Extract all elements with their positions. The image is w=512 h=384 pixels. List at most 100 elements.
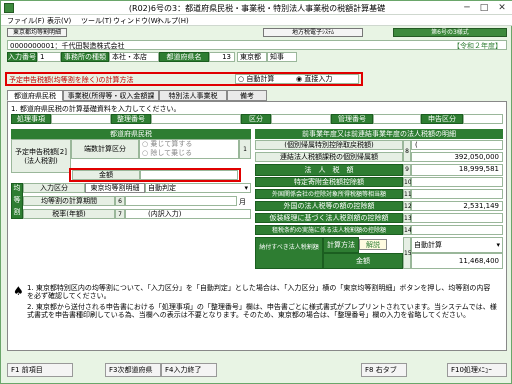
- amount-label: 金額: [72, 170, 140, 180]
- r3-label: 法 人 税 額: [255, 164, 403, 176]
- row-num-6: 6: [115, 196, 125, 206]
- left-section-header: 都道府県民税: [11, 129, 251, 139]
- tokyo-kintou-meisai-inline-button[interactable]: 東京均等割明細: [85, 183, 145, 193]
- governor-label: 知事: [267, 52, 297, 62]
- f4-input-end-button[interactable]: F4入力終了: [161, 363, 217, 377]
- r8-field[interactable]: [411, 225, 503, 235]
- company-bar: 0000000001：千代田製造株式会社 【令和２年度】: [7, 40, 507, 50]
- radio-divide-label: 除して乗じる: [150, 149, 193, 157]
- org-header: 整理番号: [111, 114, 151, 124]
- office-type-field[interactable]: 本社・本店: [109, 52, 159, 62]
- yotei-label-text: 予定申告税額[2](法人税割): [15, 148, 67, 165]
- office-type-label: 事務所の種類: [61, 52, 109, 62]
- tax-rate-field[interactable]: (内訳入力): [125, 209, 251, 219]
- dist-field[interactable]: [271, 114, 331, 124]
- r9-method-select[interactable]: 自動計算 ▾: [411, 237, 503, 253]
- appl-field[interactable]: [463, 114, 503, 124]
- f10-menu-button[interactable]: F10処理ﾒﾆｭｰ: [447, 363, 507, 377]
- tab-remarks[interactable]: 備考: [227, 90, 267, 101]
- auto-judge-select[interactable]: 自動判定 ▾: [145, 183, 251, 193]
- org-field[interactable]: [151, 114, 241, 124]
- tab-special-corp-tax[interactable]: 特別法人事業税: [159, 90, 227, 101]
- menu-bar: ファイル(F) 表示(V) ツール(T) ウィンドウ(W) ヘルプ(H): [1, 15, 512, 26]
- right-section-header: 前事業年度又は前連結事業年度の法人税額の明細: [255, 129, 503, 139]
- f3-next-pref-button[interactable]: F3次都道府県: [105, 363, 161, 377]
- note-2: 2. 東京都から送付される申告書における「処理事項」の「整理番号」欄は、申告書ご…: [27, 303, 497, 319]
- kaisetsu-button[interactable]: 解説: [359, 239, 387, 250]
- title-bar: (R02)6号の3：都道府県民税・事業税・特別法人事業税の税額計算基礎 ─ □ …: [1, 1, 512, 15]
- menu-tools[interactable]: ツール(T): [81, 16, 112, 26]
- months-unit: 月: [239, 198, 246, 206]
- r7-field[interactable]: [411, 213, 503, 223]
- r3-field[interactable]: 18,999,581: [411, 164, 503, 176]
- f8-right-tab-button[interactable]: F8 右タブ: [361, 363, 407, 377]
- r9-amount-field[interactable]: 11,468,400: [411, 253, 503, 269]
- pref-code-field[interactable]: 13: [209, 52, 235, 62]
- pref-label: 都道府県名: [159, 52, 209, 62]
- main-window: (R02)6号の3：都道府県民税・事業税・特別法人事業税の税額計算基礎 ─ □ …: [0, 0, 512, 384]
- pref-name-field: 東京都: [237, 52, 267, 62]
- wari-char: 割: [13, 208, 21, 216]
- proc-field[interactable]: [51, 114, 111, 124]
- radio-auto-label: 自動計算: [246, 75, 275, 83]
- company-name: 0000000001：千代田製造株式会社: [10, 42, 125, 50]
- calc-method-options: ○ 自動計算 ◉ 直接入力: [235, 74, 359, 84]
- r4-field[interactable]: [411, 177, 503, 187]
- r9-method-label: 計算方法: [323, 237, 359, 253]
- radio-auto[interactable]: ○ 自動計算: [238, 75, 274, 84]
- minimize-button[interactable]: ─: [459, 2, 475, 14]
- tab-business-tax[interactable]: 事業税(所得等・収入金額課税): [63, 90, 159, 110]
- row-num-7: 7: [115, 209, 125, 219]
- row-num-11: 11: [403, 189, 412, 199]
- input-no-label: 入力番号: [7, 52, 37, 62]
- nyuryoku-label: 入力区分: [23, 183, 85, 193]
- r1-field[interactable]: (: [411, 140, 503, 150]
- spade-icon: ♠: [13, 284, 24, 298]
- chevron-down-icon: ▾: [244, 184, 248, 192]
- r6-label: 外国の法人税等の額の控除額: [255, 201, 403, 211]
- radio-divide[interactable]: ○ 除して乗じる: [142, 149, 238, 158]
- r9-amount-label: 金額: [323, 253, 403, 269]
- kintou-vertical: 均 等 割: [11, 183, 23, 219]
- reg-field[interactable]: [373, 114, 421, 124]
- form-6-3-label: 第6号の3様式: [393, 28, 507, 37]
- r7-label: 仮装経理に基づく法人税割額の控除額: [255, 213, 403, 223]
- tab-pref-tax[interactable]: 都道府県民税: [7, 90, 63, 101]
- r9-method-value: 自動計算: [414, 241, 442, 249]
- f1-prev-item-button[interactable]: F1 前項目: [7, 363, 73, 377]
- menu-view[interactable]: 表示(V): [47, 16, 71, 26]
- maximize-button[interactable]: □: [476, 2, 492, 14]
- radio-multiply-label: 乗じて算する: [150, 140, 193, 148]
- appl-header: 申告区分: [421, 114, 463, 124]
- tou-char: 等: [13, 196, 21, 204]
- instruction-text: 1. 都道府県民税の計算基礎資料を入力してください。: [11, 105, 181, 113]
- r5-field[interactable]: [411, 189, 503, 199]
- input-no-field[interactable]: 1: [37, 52, 61, 62]
- r1-label: (個別帰属特別控除取戻税額): [255, 140, 403, 150]
- r6-field[interactable]: 2,531,149: [411, 201, 503, 211]
- row-num-9: 9: [403, 164, 411, 176]
- row-num-14: 14: [403, 225, 412, 235]
- menu-file[interactable]: ファイル(F): [7, 16, 45, 26]
- kin-char: 均: [13, 184, 21, 192]
- local-tax-system-button[interactable]: 地方税電子ｼｽﾃﾑ: [263, 28, 363, 37]
- r2-field[interactable]: 392,050,000: [411, 152, 503, 162]
- tokyo-kintou-meisai-button[interactable]: 東京都均等割明細: [7, 28, 67, 37]
- dist-header: 区分: [241, 114, 271, 124]
- tax-rate-label: 税率(年額): [23, 209, 115, 219]
- radio-multiply[interactable]: ○ 乗じて算する: [142, 140, 238, 149]
- radio-direct-label: 直接入力: [304, 75, 333, 83]
- row-num-15: 15: [403, 237, 412, 269]
- close-button[interactable]: ✕: [494, 2, 510, 14]
- row-num-8: 8: [403, 140, 411, 162]
- amount-field[interactable]: [140, 170, 238, 180]
- period-field[interactable]: [125, 196, 237, 206]
- rounding-options: ○ 乗じて算する ○ 除して乗じる: [139, 139, 239, 159]
- window-title: (R02)6号の3：都道府県民税・事業税・特別法人事業税の税額計算基礎: [128, 4, 386, 13]
- menu-window[interactable]: ウィンドウ(W): [113, 16, 160, 26]
- auto-judge-value: 自動判定: [148, 184, 176, 192]
- radio-direct[interactable]: ◉ 直接入力: [296, 75, 332, 84]
- menu-help[interactable]: ヘルプ(H): [157, 16, 189, 26]
- calc-method-label: 予定申告税額(均等割を除く)の計算方法: [9, 76, 134, 84]
- fiscal-era: 【令和２年度】: [453, 42, 502, 50]
